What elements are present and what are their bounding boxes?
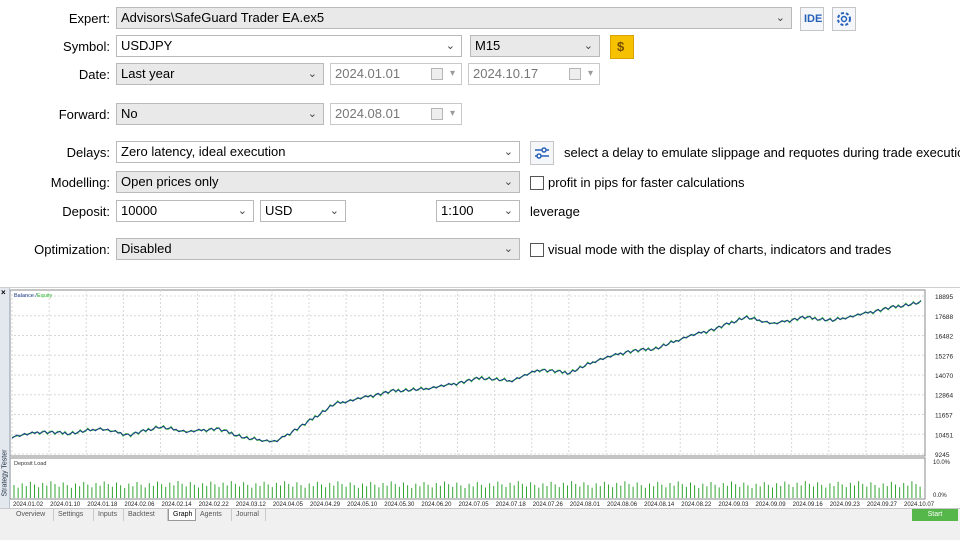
chevron-down-icon: ⌄ xyxy=(445,40,455,52)
deposit-load-title: Deposit Load xyxy=(14,461,46,467)
calendar-icon xyxy=(431,68,443,80)
modelling-value: Open prices only xyxy=(121,174,219,189)
y-tick-label: 10451 xyxy=(935,432,953,439)
settings-button[interactable] xyxy=(832,7,856,31)
expert-select[interactable]: Advisors\SafeGuard Trader EA.ex5 ⌄ xyxy=(116,7,792,29)
deposit-load-plot-area xyxy=(9,457,926,500)
chevron-down-icon: ⌄ xyxy=(329,205,339,217)
tab-overview[interactable]: Overview xyxy=(12,509,54,521)
delays-note: select a delay to emulate slippage and r… xyxy=(564,145,960,160)
dollar-icon: $ xyxy=(617,39,625,54)
y-tick-label: 12864 xyxy=(935,393,953,400)
delay-settings-button[interactable] xyxy=(530,141,554,165)
y-tick-label: 9245 xyxy=(935,452,950,459)
tab-agents[interactable]: Agents xyxy=(196,509,232,521)
tester-side-title: Strategy Tester xyxy=(1,449,9,497)
sliders-icon xyxy=(535,147,549,159)
delays-label: Delays: xyxy=(66,145,110,160)
delays-value: Zero latency, ideal execution xyxy=(121,144,286,159)
chevron-down-icon: ⌄ xyxy=(503,176,513,188)
date-range-select[interactable]: Last year ⌄ xyxy=(116,63,324,85)
forward-date-field[interactable]: 2024.08.01 ▾ xyxy=(330,103,462,125)
chevron-down-icon: ⌄ xyxy=(503,243,513,255)
y-tick-label: 15276 xyxy=(935,353,953,360)
chevron-down-icon: ⌄ xyxy=(307,68,317,80)
chevron-down-icon: ⌄ xyxy=(307,108,317,120)
y-tick-label: 18895 xyxy=(935,294,953,301)
chevron-down-icon: ▾ xyxy=(449,68,455,79)
tester-tabs: Overview Settings Inputs Backtest Graph Agent… xyxy=(0,508,960,540)
chevron-down-icon: ▾ xyxy=(587,68,593,79)
deposit-amount-value: 10000 xyxy=(121,203,158,218)
visual-mode-label: visual mode with the display of charts, … xyxy=(548,242,892,257)
date-from-field[interactable]: 2024.01.01 ▾ xyxy=(330,63,462,85)
expert-label: Expert: xyxy=(68,11,110,26)
chevron-down-icon: ▾ xyxy=(449,108,455,119)
optimization-select[interactable]: Disabled ⌄ xyxy=(116,238,520,260)
balance-equity-chart: 9245 10451 11657 12864 14070 15276 16482 17688 1… xyxy=(9,289,953,508)
chevron-down-icon: ⌄ xyxy=(503,205,513,217)
y-tick-label: 17688 xyxy=(935,314,953,321)
leverage-label: leverage xyxy=(530,204,580,219)
visual-mode-checkbox[interactable] xyxy=(530,243,544,257)
chevron-down-icon: ⌄ xyxy=(503,146,513,158)
symbol-value: USDJPY xyxy=(121,38,173,53)
ide-button[interactable]: IDE xyxy=(800,7,824,31)
date-label: Date: xyxy=(78,67,110,82)
symbol-specification-button[interactable]: $ xyxy=(610,35,634,59)
start-button[interactable]: Start xyxy=(912,509,958,521)
y-tick-label: 16482 xyxy=(935,334,953,341)
legend-balance: Balance / xyxy=(14,293,37,299)
forward-value: No xyxy=(121,106,138,121)
tab-backtest[interactable]: Backtest xyxy=(124,509,168,521)
deposit-label: Deposit: xyxy=(62,204,110,219)
ide-label: IDE xyxy=(804,13,823,25)
modelling-select[interactable]: Open prices only ⌄ xyxy=(116,171,520,193)
tab-settings[interactable]: Settings xyxy=(54,509,94,521)
chevron-down-icon: ⌄ xyxy=(583,40,593,52)
symbol-select[interactable]: USDJPY ⌄ xyxy=(116,35,462,57)
symbol-label: Symbol: xyxy=(63,39,110,54)
leverage-select[interactable]: 1:100 ⌄ xyxy=(436,200,520,222)
calendar-icon xyxy=(569,68,581,80)
y-tick-label: 14070 xyxy=(935,373,953,380)
load-tick-label: 0.0% xyxy=(933,493,947,499)
load-tick-label: 10.0% xyxy=(933,460,951,466)
date-to-value: 2024.10.17 xyxy=(473,66,539,81)
forward-select[interactable]: No ⌄ xyxy=(116,103,324,125)
tab-graph[interactable]: Graph xyxy=(168,509,196,521)
tab-journal[interactable]: Journal xyxy=(232,509,266,521)
calendar-icon xyxy=(431,108,443,120)
profit-in-pips-label: profit in pips for faster calculations xyxy=(548,175,745,190)
date-range-value: Last year xyxy=(121,66,175,81)
currency-select[interactable]: USD ⌄ xyxy=(260,200,346,222)
delays-select[interactable]: Zero latency, ideal execution ⌄ xyxy=(116,141,520,163)
date-from-value: 2024.01.01 xyxy=(335,66,401,81)
profit-in-pips-checkbox[interactable] xyxy=(530,176,544,190)
strategy-tester-panel: × Strategy Tester 9245 10451 11657 12864 140… xyxy=(0,287,960,540)
forward-date-value: 2024.08.01 xyxy=(335,106,401,121)
close-icon[interactable]: × xyxy=(1,288,6,297)
optimization-label: Optimization: xyxy=(34,242,110,257)
modelling-label: Modelling: xyxy=(50,175,110,190)
date-to-field[interactable]: 2024.10.17 ▾ xyxy=(468,63,600,85)
expert-value: Advisors\SafeGuard Trader EA.ex5 xyxy=(121,10,325,25)
tab-inputs[interactable]: Inputs xyxy=(94,509,124,521)
deposit-amount-select[interactable]: 10000 ⌄ xyxy=(116,200,254,222)
forward-label: Forward: xyxy=(58,107,110,122)
balance-graph: 9245 10451 11657 12864 14070 15276 16482 17688 1… xyxy=(9,288,960,520)
y-tick-label: 11657 xyxy=(935,413,953,420)
tester-sidebar: × Strategy Tester xyxy=(0,288,10,520)
gear-icon xyxy=(837,12,851,26)
timeframe-select[interactable]: M15 ⌄ xyxy=(470,35,600,57)
main-plot-area xyxy=(9,289,926,457)
timeframe-value: M15 xyxy=(475,38,501,53)
chevron-down-icon: ⌄ xyxy=(237,205,247,217)
chevron-down-icon: ⌄ xyxy=(775,12,785,24)
optimization-value: Disabled xyxy=(121,241,172,256)
legend-equity: Equity xyxy=(37,293,53,299)
